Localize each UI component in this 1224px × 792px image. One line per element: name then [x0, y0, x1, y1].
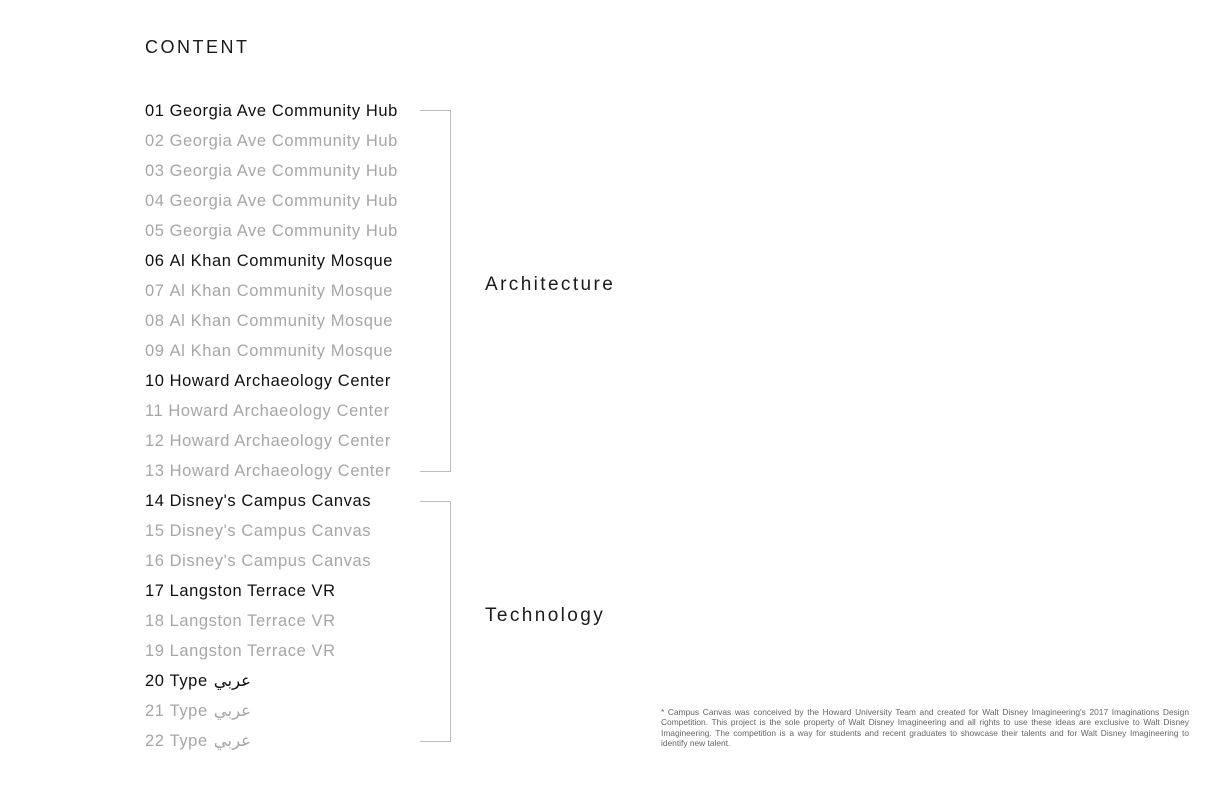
toc-item-title: Type	[169, 672, 208, 690]
toc-item-number: 08	[145, 312, 165, 330]
toc-item-21[interactable]: 21 Type عربي	[145, 700, 398, 730]
toc-item-number: 13	[145, 462, 165, 480]
toc-item-title: Howard Archaeology Center	[169, 432, 391, 450]
toc-item-20[interactable]: 20 Type عربي	[145, 670, 398, 700]
toc-item-03[interactable]: 03 Georgia Ave Community Hub	[145, 160, 398, 190]
toc-item-arabic-text: عربي	[213, 671, 252, 690]
toc-item-title: Type	[169, 732, 208, 750]
toc-item-number: 21	[145, 702, 165, 720]
toc-item-number: 06	[145, 252, 165, 270]
toc-item-number: 09	[145, 342, 165, 360]
toc-item-14[interactable]: 14 Disney's Campus Canvas	[145, 490, 398, 520]
toc-item-title: Georgia Ave Community Hub	[169, 102, 398, 120]
toc-item-title: Howard Archaeology Center	[169, 462, 391, 480]
toc-item-18[interactable]: 18 Langston Terrace VR	[145, 610, 398, 640]
section-label-technology[interactable]: Technology	[485, 605, 605, 627]
toc-item-title: Al Khan Community Mosque	[169, 342, 394, 360]
toc-item-10[interactable]: 10 Howard Archaeology Center	[145, 370, 398, 400]
toc-item-number: 12	[145, 432, 165, 450]
toc-item-number: 17	[145, 582, 165, 600]
toc-item-title: Georgia Ave Community Hub	[169, 192, 398, 210]
toc-item-17[interactable]: 17 Langston Terrace VR	[145, 580, 398, 610]
toc-item-number: 19	[145, 642, 165, 660]
toc-item-06[interactable]: 06 Al Khan Community Mosque	[145, 250, 398, 280]
toc-item-title: Type	[169, 702, 208, 720]
toc-item-12[interactable]: 12 Howard Archaeology Center	[145, 430, 398, 460]
toc-item-title: Langston Terrace VR	[169, 582, 336, 600]
toc-item-title: Howard Archaeology Center	[168, 402, 390, 420]
toc-item-08[interactable]: 08 Al Khan Community Mosque	[145, 310, 398, 340]
toc-item-15[interactable]: 15 Disney's Campus Canvas	[145, 520, 398, 550]
toc-item-13[interactable]: 13 Howard Archaeology Center	[145, 460, 398, 490]
toc-item-arabic-text: عربي	[213, 731, 252, 750]
toc-item-number: 01	[145, 102, 165, 120]
toc-item-04[interactable]: 04 Georgia Ave Community Hub	[145, 190, 398, 220]
toc-item-09[interactable]: 09 Al Khan Community Mosque	[145, 340, 398, 370]
toc-item-title: Langston Terrace VR	[169, 642, 336, 660]
toc-item-number: 22	[145, 732, 165, 750]
technology-bracket	[420, 501, 451, 742]
architecture-bracket	[420, 110, 451, 472]
toc-item-title: Georgia Ave Community Hub	[169, 162, 398, 180]
toc-item-title: Disney's Campus Canvas	[169, 552, 372, 570]
toc-item-number: 11	[145, 402, 164, 420]
toc-item-19[interactable]: 19 Langston Terrace VR	[145, 640, 398, 670]
toc-item-number: 07	[145, 282, 165, 300]
toc-item-01[interactable]: 01 Georgia Ave Community Hub	[145, 100, 398, 130]
toc-item-number: 10	[145, 372, 165, 390]
toc-item-11[interactable]: 11 Howard Archaeology Center	[145, 400, 398, 430]
toc-item-number: 03	[145, 162, 165, 180]
toc-item-title: Howard Archaeology Center	[169, 372, 391, 390]
toc-item-title: Langston Terrace VR	[169, 612, 336, 630]
toc-item-title: Al Khan Community Mosque	[169, 312, 394, 330]
toc-item-number: 15	[145, 522, 165, 540]
section-label-architecture[interactable]: Architecture	[485, 274, 615, 296]
toc-item-title: Georgia Ave Community Hub	[169, 132, 398, 150]
toc-item-22[interactable]: 22 Type عربي	[145, 730, 398, 760]
toc-item-title: Disney's Campus Canvas	[169, 492, 372, 510]
table-of-contents: 01 Georgia Ave Community Hub 02 Georgia Ave…	[145, 100, 398, 760]
toc-item-number: 20	[145, 672, 165, 690]
toc-item-number: 16	[145, 552, 165, 570]
toc-item-02[interactable]: 02 Georgia Ave Community Hub	[145, 130, 398, 160]
toc-item-title: Georgia Ave Community Hub	[169, 222, 398, 240]
toc-item-07[interactable]: 07 Al Khan Community Mosque	[145, 280, 398, 310]
toc-item-number: 02	[145, 132, 165, 150]
disclaimer-footnote: * Campus Canvas was conceived by the How…	[661, 707, 1189, 749]
toc-item-number: 18	[145, 612, 165, 630]
toc-item-arabic-text: عربي	[213, 701, 252, 720]
toc-item-title: Disney's Campus Canvas	[169, 522, 372, 540]
toc-item-05[interactable]: 05 Georgia Ave Community Hub	[145, 220, 398, 250]
toc-item-title: Al Khan Community Mosque	[169, 252, 394, 270]
toc-item-number: 04	[145, 192, 165, 210]
toc-item-16[interactable]: 16 Disney's Campus Canvas	[145, 550, 398, 580]
page-title: CONTENT	[145, 37, 250, 57]
toc-item-number: 14	[145, 492, 165, 510]
toc-item-title: Al Khan Community Mosque	[169, 282, 394, 300]
toc-item-number: 05	[145, 222, 165, 240]
